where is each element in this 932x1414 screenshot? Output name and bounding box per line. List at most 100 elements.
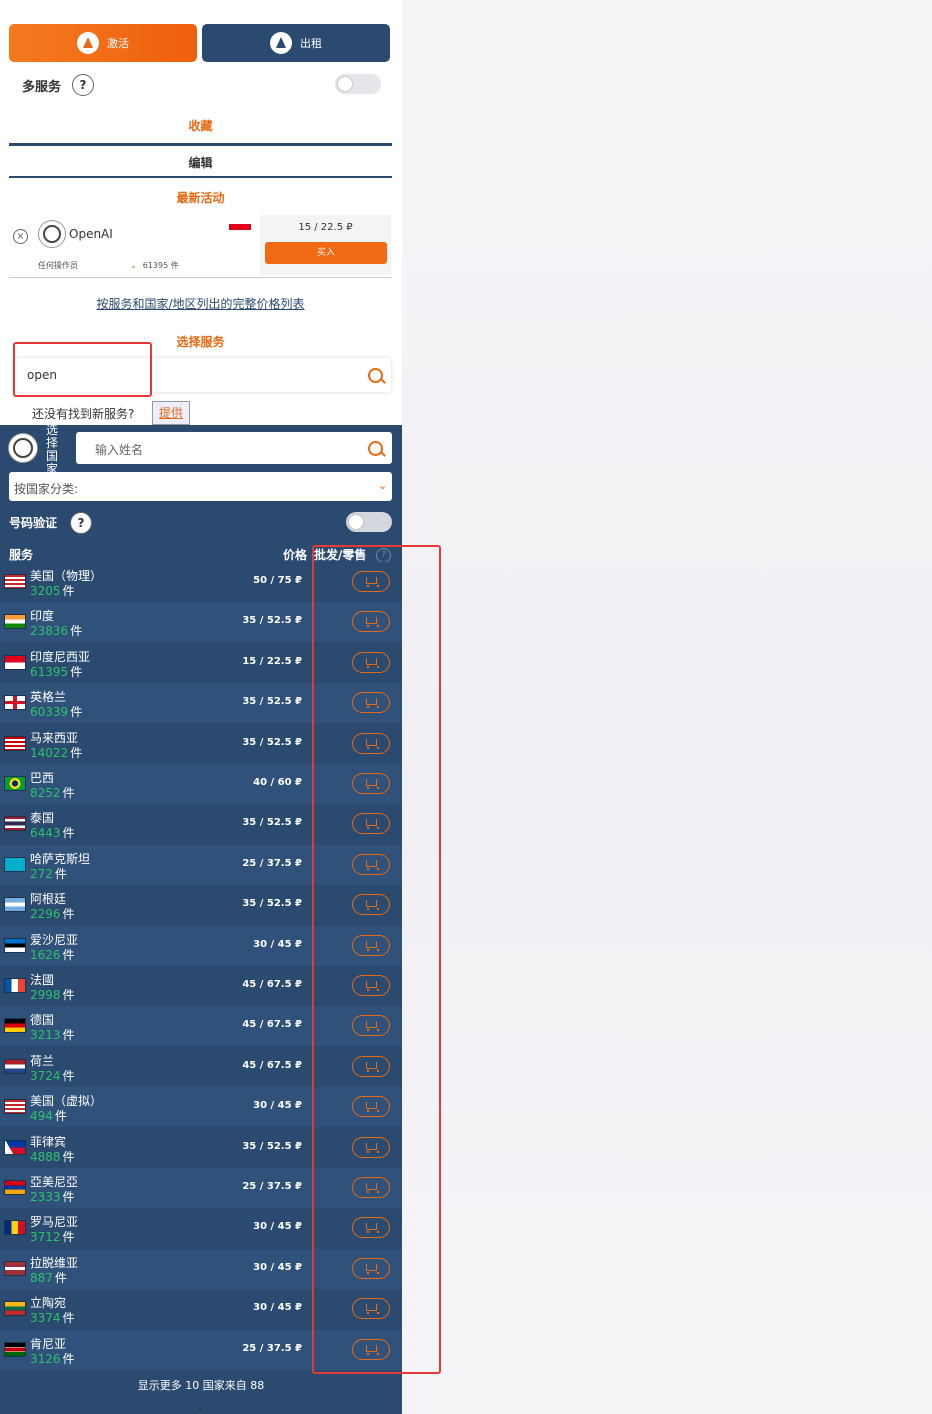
country-count-unit: 件	[62, 1190, 75, 1204]
operator-label: 任何操作员	[38, 261, 78, 270]
country-flag-icon	[4, 574, 26, 589]
country-count: 14022 件	[30, 744, 82, 761]
country-count-unit: 件	[62, 1351, 75, 1366]
country-price: 35 / 52.5 ₽	[242, 736, 302, 748]
price-list-link[interactable]: 按服务和国家/地区列出的完整价格列表	[9, 295, 392, 312]
country-price: 35 / 52.5 ₽	[242, 696, 302, 708]
country-count: 60339 件	[30, 703, 82, 720]
country-count-unit: 件	[70, 624, 83, 639]
country-count-value: 2998	[30, 988, 61, 1002]
country-price: 45 / 67.5 ₽	[242, 1059, 302, 1071]
country-count: 6443 件	[30, 824, 75, 841]
country-count-unit: 件	[54, 1270, 67, 1285]
country-price: 25 / 37.5 ₽	[242, 1342, 302, 1354]
country-count-value: 8252	[30, 786, 61, 800]
multi-service-label: 多服务	[22, 80, 62, 95]
activity-divider	[9, 277, 392, 278]
country-price: 30 / 45 ₽	[253, 1261, 302, 1273]
country-flag-icon	[4, 735, 26, 751]
country-count: 2296 件	[30, 905, 75, 922]
country-count: 8252 件	[30, 784, 75, 801]
choose-country-label: 选择国家	[45, 423, 58, 476]
favorites-title[interactable]: 收藏	[9, 117, 392, 134]
country-count: 2998 件	[30, 986, 75, 1003]
country-price: 25 / 37.5 ₽	[242, 1181, 302, 1192]
country-count-unit: 件	[62, 907, 75, 922]
country-price: 35 / 52.5 ₽	[242, 898, 302, 910]
multi-service-help-icon[interactable]: ?	[72, 74, 94, 96]
header-service: 服务	[9, 548, 34, 562]
country-count: 3724 件	[30, 1067, 75, 1084]
country-count-value: 887	[30, 1270, 53, 1285]
search-icon[interactable]	[368, 368, 383, 383]
show-more-button[interactable]: 显示更多 10 国家来自 88	[0, 1377, 402, 1393]
country-search-placeholder: 输入姓名	[95, 443, 144, 457]
country-count-unit: 件	[62, 1149, 75, 1164]
country-price: 35 / 52.5 ₽	[242, 1140, 302, 1152]
provide-button[interactable]: 提供	[152, 401, 190, 425]
country-count-value: 3126	[30, 1351, 61, 1366]
country-count-unit: 件	[62, 1230, 75, 1245]
country-count: 1626 件	[30, 946, 75, 963]
number-verify-help-icon[interactable]: ?	[70, 512, 92, 534]
country-flag-icon	[4, 1180, 26, 1195]
search-icon[interactable]	[368, 441, 383, 456]
country-count-value: 3724	[30, 1068, 61, 1083]
indonesia-flag-icon	[229, 224, 251, 236]
country-count-value: 3712	[30, 1230, 61, 1245]
country-count-unit: 件	[62, 1068, 75, 1083]
country-flag-icon	[4, 776, 26, 791]
tab-rent[interactable]: 出租	[202, 24, 390, 62]
country-count: 3126 件	[30, 1350, 75, 1367]
edit-title[interactable]: 编辑	[9, 154, 392, 171]
country-count-unit: 件	[62, 584, 75, 598]
country-flag-icon	[4, 856, 26, 872]
latest-activity-title: 最新活动	[176, 191, 225, 205]
tab-activate[interactable]: 激活	[9, 24, 197, 62]
country-flag-icon	[4, 1139, 26, 1155]
country-count-value: 60339	[30, 705, 69, 720]
buy-button[interactable]: 买入	[265, 242, 387, 264]
country-flag-icon	[4, 1099, 26, 1115]
country-count-value: 23836	[30, 624, 69, 639]
country-count-value: 6443	[30, 826, 61, 841]
tab-activate-label: 激活	[107, 37, 129, 50]
chevron-down-icon: ⌄	[378, 479, 388, 492]
chevron-down-icon: ⌄	[130, 261, 137, 270]
country-count-unit: 件	[62, 786, 75, 800]
country-count-value: 61395	[30, 664, 69, 679]
country-count-value: 14022	[30, 745, 69, 760]
country-count-unit: 件	[70, 664, 83, 679]
country-flag-icon	[4, 614, 26, 630]
not-found-text: 还没有找到新服务?	[32, 407, 135, 421]
country-count-value: 3213	[30, 1028, 61, 1043]
country-flag-icon	[4, 978, 26, 993]
country-price: 45 / 67.5 ₽	[242, 979, 302, 990]
country-count: 3213 件	[30, 1026, 75, 1043]
activity-count-value: 61395 件	[142, 261, 179, 270]
country-count-unit: 件	[62, 1311, 75, 1326]
country-flag-icon	[4, 816, 26, 832]
country-count-unit: 件	[62, 1028, 75, 1043]
country-flag-icon	[4, 1301, 26, 1317]
country-count: 272 件	[30, 865, 67, 882]
activity-count[interactable]: ⌄ 61395 件	[130, 260, 179, 271]
country-count-value: 4888	[30, 1149, 61, 1164]
sort-by-country-label: 按国家分类:	[14, 482, 79, 496]
country-count-value: 272	[30, 866, 53, 881]
highlight-box-search	[13, 342, 152, 397]
tab-rent-label: 出租	[300, 37, 322, 50]
multi-service-toggle[interactable]	[335, 74, 381, 94]
country-price: 45 / 67.5 ₽	[242, 1019, 302, 1031]
country-count-value: 2296	[30, 907, 61, 922]
number-verify-toggle[interactable]	[346, 512, 392, 532]
close-icon[interactable]: ×	[13, 229, 28, 244]
country-flag-icon	[4, 897, 26, 913]
chevron-down-icon[interactable]: ⌄	[196, 1402, 204, 1413]
country-count-value: 3374	[30, 1311, 61, 1326]
header-price: 价格	[283, 548, 308, 562]
activity-price: 15 / 22.5 ₽	[298, 222, 353, 233]
country-price: 35 / 52.5 ₽	[242, 817, 302, 829]
country-count: 494 件	[30, 1107, 67, 1124]
country-count-value: 3205	[30, 584, 61, 598]
